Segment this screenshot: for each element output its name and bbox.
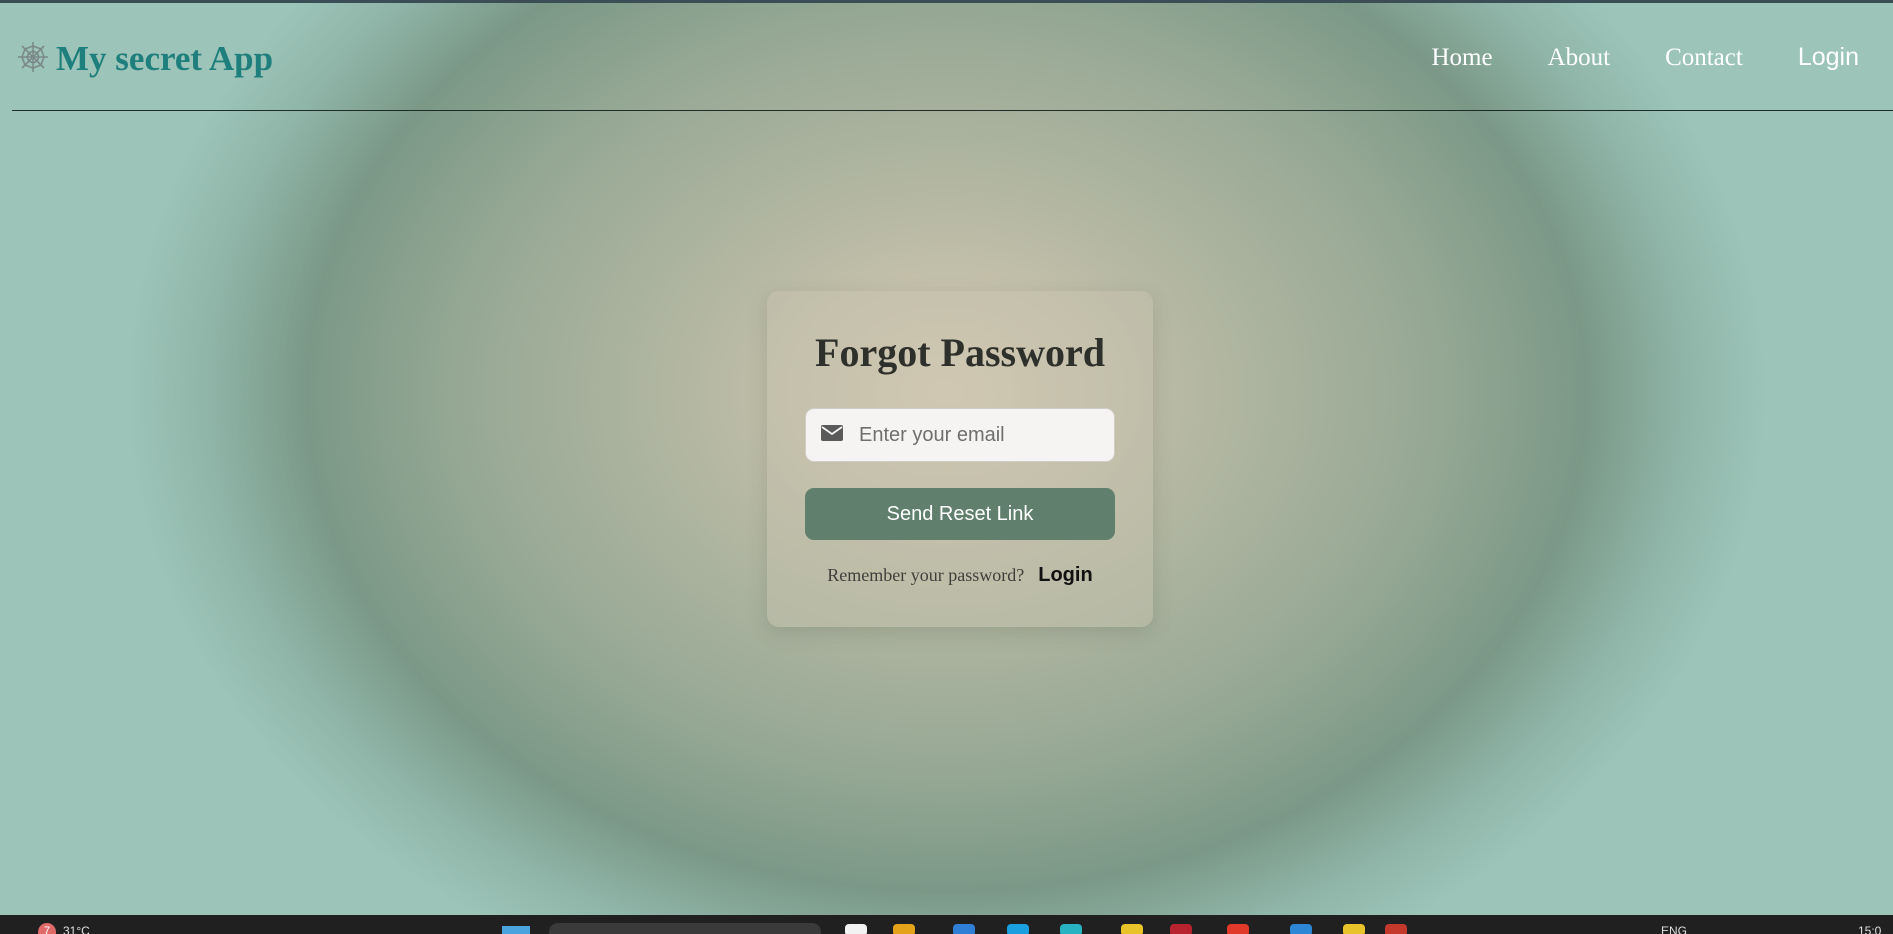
nav-home-link[interactable]: Home: [1431, 44, 1492, 72]
taskbar-app-icon[interactable]: [893, 924, 915, 934]
nav-links: Home About Contact Login: [1376, 43, 1859, 72]
taskbar-app-icon[interactable]: [845, 924, 867, 934]
email-input[interactable]: [857, 422, 1101, 448]
nav-about-link[interactable]: About: [1548, 44, 1611, 72]
envelope-icon: [806, 423, 857, 448]
nav-contact-link[interactable]: Contact: [1665, 44, 1743, 72]
clock[interactable]: 15:0: [1858, 924, 1881, 934]
brand-name: My secret App: [56, 39, 274, 78]
brand[interactable]: My secret App: [16, 39, 273, 79]
card-login-link[interactable]: Login: [1038, 564, 1092, 586]
taskbar-app-icon[interactable]: [1343, 924, 1365, 934]
taskbar-app-icon[interactable]: [1060, 924, 1082, 934]
taskbar-app-icon[interactable]: [1121, 924, 1143, 934]
send-reset-link-button[interactable]: Send Reset Link: [805, 488, 1115, 540]
taskbar-app-icon[interactable]: [1227, 924, 1249, 934]
taskbar-search[interactable]: [549, 923, 821, 934]
windows-start-icon[interactable]: [502, 926, 530, 934]
weather-temperature[interactable]: 31°C: [63, 924, 90, 934]
language-indicator[interactable]: ENG: [1661, 924, 1687, 934]
taskbar-app-icon[interactable]: [953, 924, 975, 934]
taskbar: 7 31°C ENG 15:0: [0, 915, 1893, 934]
nav-login-link[interactable]: Login: [1798, 43, 1859, 72]
spider-web-icon: [16, 40, 56, 79]
taskbar-app-icon[interactable]: [1290, 924, 1312, 934]
taskbar-app-icon[interactable]: [1385, 924, 1407, 934]
weather-badge[interactable]: 7: [38, 923, 56, 934]
card-title: Forgot Password: [815, 330, 1105, 375]
remember-row: Remember your password? Login: [767, 564, 1153, 587]
taskbar-app-icon[interactable]: [1007, 924, 1029, 934]
remember-text: Remember your password?: [827, 565, 1025, 585]
taskbar-app-icon[interactable]: [1170, 924, 1192, 934]
email-field-container[interactable]: [805, 408, 1115, 462]
forgot-password-card: Forgot Password Send Reset Link Remember…: [767, 291, 1153, 627]
navbar: My secret App Home About Contact Login: [12, 3, 1893, 111]
